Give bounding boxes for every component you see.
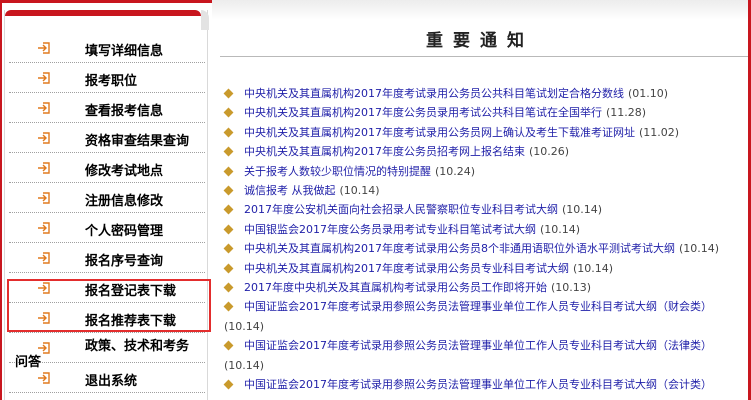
- news-item: 中央机关及其直属机构2017年度考试录用公务员专业科目考试大纲 (10.14): [212, 259, 748, 278]
- diamond-bullet-icon: [223, 282, 234, 293]
- menu-policy-faq[interactable]: 政策、技术和考务 问答: [9, 333, 205, 370]
- news-date: (10.26): [529, 145, 570, 159]
- menu-password-management[interactable]: 个人密码管理: [9, 213, 205, 243]
- diamond-bullet-icon: [223, 146, 234, 157]
- news-item: 中央机关及其直属机构2017年度公务员招考网上报名结束 (10.26): [212, 142, 748, 161]
- news-item: 关于报考人数较少职位情况的特别提醒 (10.24): [212, 162, 748, 181]
- menu-label: 填写详细信息: [85, 44, 164, 59]
- menu-label: 政策、技术和考务: [85, 339, 190, 354]
- diamond-bullet-icon: [223, 379, 234, 390]
- menu-change-exam-location[interactable]: 修改考试地点: [9, 153, 205, 183]
- title-divider: [220, 56, 748, 57]
- news-item: 中国证监会2017年度考试录用参照公务员法管理事业单位工作人员专业科目考试大纲（…: [212, 375, 748, 400]
- news-date: (11.02): [639, 125, 680, 139]
- diamond-bullet-icon: [223, 243, 234, 254]
- left-frame-border: [0, 0, 2, 400]
- news-date: (10.14): [224, 319, 265, 333]
- news-date: (10.14): [573, 261, 614, 275]
- menu-apply-position[interactable]: 报考职位: [9, 63, 205, 93]
- arrow-into-box-icon: [38, 132, 50, 144]
- diamond-bullet-icon: [223, 166, 234, 177]
- page-title: 重要通知: [426, 31, 534, 51]
- diamond-bullet-icon: [223, 263, 234, 274]
- arrow-into-box-icon: [38, 252, 50, 264]
- news-title-link[interactable]: 中央机关及其直属机构2017年度考试录用公务员公共科目笔试划定合格分数线: [244, 87, 624, 100]
- menu-label: 个人密码管理: [85, 224, 164, 239]
- news-title-link[interactable]: 中央机关及其直属机构2017年度考试录用公务员8个非通用语职位外语水平测试考试大…: [244, 242, 675, 255]
- download-items-highlight: [7, 279, 211, 332]
- news-item: 中央机关及其直属机构2017年度考试录用公务员公共科目笔试划定合格分数线 (01.…: [212, 84, 748, 103]
- arrow-into-box-icon: [38, 192, 50, 204]
- news-item: 2017年度公安机关面向社会招录人民警察职位专业科目考试大纲 (10.14): [212, 200, 748, 219]
- news-item: 诚信报考 从我做起 (10.14): [212, 181, 748, 200]
- sidebar: 填写详细信息 报考职位查看报考信息资格审查结果查询 修改考试地点 注册信息修改 个人密码…: [4, 10, 209, 400]
- menu-label: 报考职位: [85, 74, 138, 89]
- news-item: 2017年度中央机关及其直属机构考试录用公务员工作即将开始 (10.13): [212, 278, 748, 297]
- news-title-link[interactable]: 关于报考人数较少职位情况的特别提醒: [244, 165, 431, 178]
- news-title-link[interactable]: 2017年度公安机关面向社会招录人民警察职位专业科目考试大纲: [244, 203, 558, 216]
- news-title-link[interactable]: 中央机关及其直属机构2017年度考试录用公务员专业科目考试大纲: [244, 262, 569, 275]
- news-date: (10.14): [679, 242, 720, 256]
- diamond-bullet-icon: [223, 302, 234, 312]
- diamond-bullet-icon: [223, 224, 234, 235]
- news-date: (10.13): [551, 281, 592, 295]
- news-title-link[interactable]: 2017年度中央机关及其直属机构考试录用公务员工作即将开始: [244, 281, 547, 294]
- menu-logout[interactable]: 退出系统: [9, 363, 205, 393]
- menu-view-application[interactable]: 查看报考信息: [9, 93, 205, 123]
- arrow-into-box-icon: [38, 102, 50, 114]
- diamond-bullet-icon: [223, 127, 234, 138]
- news-item: 中央机关及其直属机构2017年度考试录用公务员网上确认及考生下载准考证网址 (11…: [212, 123, 748, 142]
- menu-label: 报名序号查询: [85, 254, 164, 269]
- menu-label: 修改考试地点: [85, 164, 164, 179]
- news-title-link[interactable]: 中央机关及其直属机构2017年度考试录用公务员网上确认及考生下载准考证网址: [244, 126, 635, 139]
- news-title-link[interactable]: 中国证监会2017年度考试录用参照公务员法管理事业单位工作人员专业科目考试大纲（…: [244, 378, 712, 391]
- news-item: 中央机关及其直属机构2017年度公务员录用考试公共科目笔试在全国举行 (11.28…: [212, 103, 748, 122]
- news-item: 中国证监会2017年度考试录用参照公务员法管理事业单位工作人员专业科目考试大纲（…: [212, 336, 748, 375]
- news-date: (11.28): [606, 106, 647, 120]
- main-top-shade: [212, 0, 748, 20]
- main-content: 重要通知 中央机关及其直属机构2017年度考试录用公务员公共科目笔试划定合格分数…: [212, 0, 748, 400]
- sidebar-cap-shadow: [201, 10, 209, 30]
- diamond-bullet-icon: [223, 88, 234, 99]
- arrow-into-box-icon: [38, 42, 50, 54]
- news-date: (10.14): [339, 184, 380, 198]
- menu-label: 退出系统: [85, 374, 138, 389]
- menu-qualification-result[interactable]: 资格审查结果查询: [9, 123, 205, 153]
- news-title-link[interactable]: 中国银监会2017年度公务员录用考试专业科目笔试考试大纲: [244, 223, 536, 236]
- news-item: 中国银监会2017年度公务员录用考试专业科目笔试考试大纲 (10.14): [212, 220, 748, 239]
- menu-label: 查看报考信息: [85, 104, 164, 119]
- news-date: (10.14): [540, 222, 581, 236]
- news-date: (10.14): [562, 203, 603, 217]
- diamond-bullet-icon: [223, 204, 234, 215]
- news-title-link[interactable]: 中央机关及其直属机构2017年度公务员录用考试公共科目笔试在全国举行: [244, 106, 602, 119]
- menu-label: 资格审查结果查询: [85, 134, 190, 149]
- menu-fill-details[interactable]: 填写详细信息: [9, 33, 205, 63]
- arrow-into-box-icon: [38, 162, 50, 174]
- sidebar-cap: [5, 10, 201, 16]
- news-list: 中央机关及其直属机构2017年度考试录用公务员公共科目笔试划定合格分数线 (01.…: [212, 84, 748, 400]
- diamond-bullet-icon: [223, 107, 234, 118]
- news-title-link[interactable]: 中央机关及其直属机构2017年度公务员招考网上报名结束: [244, 145, 525, 158]
- news-title-link[interactable]: 中国证监会2017年度考试录用参照公务员法管理事业单位工作人员专业科目考试大纲（…: [244, 339, 712, 352]
- arrow-into-box-icon: [38, 72, 50, 84]
- news-date: (10.24): [435, 164, 476, 178]
- menu-edit-registration[interactable]: 注册信息修改: [9, 183, 205, 213]
- news-title-link[interactable]: 诚信报考 从我做起: [244, 184, 336, 197]
- menu-serial-number-query[interactable]: 报名序号查询: [9, 243, 205, 273]
- news-date: (10.14): [224, 358, 265, 372]
- news-item: 中国证监会2017年度考试录用参照公务员法管理事业单位工作人员专业科目考试大纲（…: [212, 297, 748, 336]
- menu-label: 注册信息修改: [85, 194, 164, 209]
- diamond-bullet-icon: [223, 185, 234, 196]
- news-date: (01.10): [628, 87, 669, 100]
- arrow-into-box-icon: [38, 222, 50, 234]
- news-title-link[interactable]: 中国证监会2017年度考试录用参照公务员法管理事业单位工作人员专业科目考试大纲（…: [244, 300, 712, 313]
- arrow-into-box-icon: [38, 372, 50, 384]
- news-item: 中央机关及其直属机构2017年度考试录用公务员8个非通用语职位外语水平测试考试大…: [212, 239, 748, 258]
- diamond-bullet-icon: [223, 340, 234, 351]
